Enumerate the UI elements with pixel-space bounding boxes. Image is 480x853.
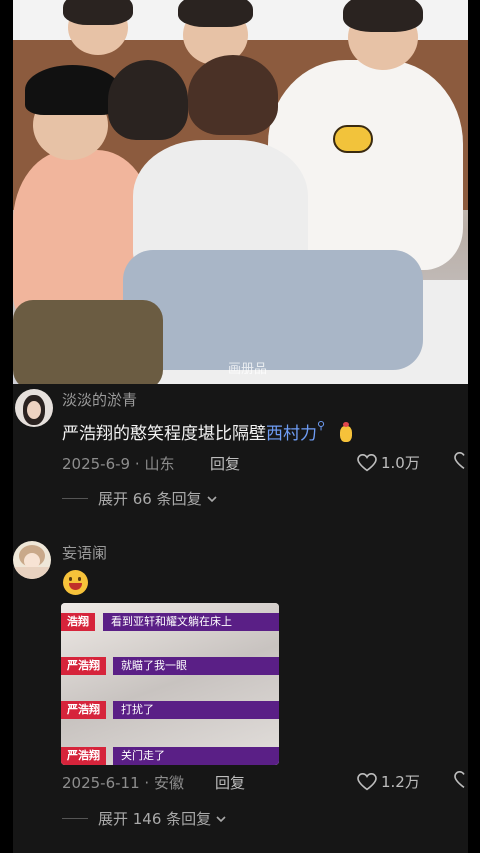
avatar[interactable] xyxy=(13,541,51,579)
meta-dot: · xyxy=(144,774,150,792)
comment-meta: 2025-6-11 · 安徽 xyxy=(62,772,184,793)
video-player[interactable]: 画册品 xyxy=(13,0,468,384)
like-count: 1.2万 xyxy=(381,773,420,791)
shirt-smiley-logo xyxy=(333,125,373,153)
comment-location: 山东 xyxy=(144,455,175,473)
comment-text-body: 严浩翔的憨笑程度堪比隔壁 xyxy=(62,424,266,444)
grin-emoji-icon xyxy=(63,570,88,595)
video-hair-1 xyxy=(63,0,133,25)
meme-row: 严浩翔 关门走了 xyxy=(61,747,279,765)
chevron-down-icon xyxy=(216,815,226,822)
expand-replies-button[interactable]: 展开 146 条回复 xyxy=(62,808,227,829)
avatar-face xyxy=(27,401,41,419)
video-watermark: 画册品 xyxy=(228,362,268,377)
comment-date: 2025-6-9 xyxy=(62,455,131,473)
dislike-button[interactable] xyxy=(454,452,468,470)
reply-button[interactable]: 回复 xyxy=(215,772,245,793)
avatar[interactable] xyxy=(15,389,53,427)
video-cap xyxy=(25,65,120,115)
meme-tag: 浩翔 xyxy=(61,613,95,631)
clap-emoji-icon xyxy=(336,422,356,442)
meme-row: 浩翔 看到亚轩和耀文躺在床上 xyxy=(61,613,279,631)
meta-dot: · xyxy=(134,455,140,473)
reply-button[interactable]: 回复 xyxy=(210,453,240,474)
meme-caption: 看到亚轩和耀文躺在床上 xyxy=(103,613,279,631)
avatar-body xyxy=(13,567,51,579)
video-hair-5 xyxy=(188,55,278,135)
search-icon[interactable]: ⚲ xyxy=(317,419,325,432)
meme-row: 严浩翔 就瞄了我一眼 xyxy=(61,657,279,675)
dislike-button[interactable] xyxy=(454,771,468,789)
heart-broken-icon xyxy=(454,452,465,470)
comment-link[interactable]: 西村力 xyxy=(266,424,317,444)
app-frame: 画册品 淡淡的淤青 严浩翔的憨笑程度堪比隔壁西村力⚲ 2025-6-9 · 山东… xyxy=(13,0,468,853)
heart-broken-icon xyxy=(454,771,465,789)
video-hair-6 xyxy=(108,60,188,140)
comment-username[interactable]: 淡淡的淤青 xyxy=(62,389,137,410)
expand-divider xyxy=(62,818,88,819)
chevron-down-icon xyxy=(207,495,217,502)
like-button[interactable]: 1.0万 xyxy=(357,452,420,473)
comment-date: 2025-6-11 xyxy=(62,774,140,792)
comment-meta: 2025-6-9 · 山东 xyxy=(62,453,174,474)
like-count: 1.0万 xyxy=(381,454,420,472)
heart-icon xyxy=(357,772,377,790)
expand-label: 展开 146 条回复 xyxy=(98,810,212,828)
like-button[interactable]: 1.2万 xyxy=(357,771,420,792)
video-jeans xyxy=(123,250,423,370)
meme-tag: 严浩翔 xyxy=(61,657,106,675)
comment-username[interactable]: 妄语阑 xyxy=(62,542,107,563)
expand-replies-button[interactable]: 展开 66 条回复 xyxy=(62,488,218,509)
expand-label: 展开 66 条回复 xyxy=(98,490,202,508)
meme-tag: 严浩翔 xyxy=(61,701,106,719)
meme-image[interactable]: 浩翔 看到亚轩和耀文躺在床上 严浩翔 就瞄了我一眼 严浩翔 打扰了 严浩翔 关门… xyxy=(61,603,279,765)
heart-icon xyxy=(357,453,377,471)
comment-text: 严浩翔的憨笑程度堪比隔壁西村力⚲ xyxy=(62,419,356,444)
video-hair-3 xyxy=(343,0,423,32)
video-khaki xyxy=(13,300,163,384)
video-hair-2 xyxy=(178,0,253,27)
expand-divider xyxy=(62,498,88,499)
meme-caption: 就瞄了我一眼 xyxy=(113,657,279,675)
meme-caption: 打扰了 xyxy=(113,701,279,719)
meme-tag: 严浩翔 xyxy=(61,747,106,765)
meme-caption: 关门走了 xyxy=(113,747,279,765)
comment-location: 安徽 xyxy=(153,774,184,792)
meme-row: 严浩翔 打扰了 xyxy=(61,701,279,719)
